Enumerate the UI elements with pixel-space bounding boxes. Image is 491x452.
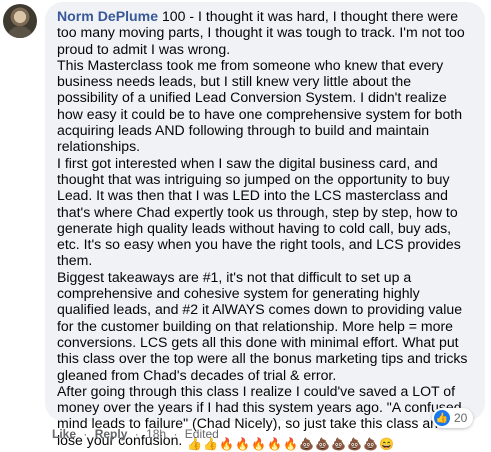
comment-paragraph-1: Norm DePlume 100 - I thought it was hard…: [57, 8, 473, 57]
fire-icon: 🔥: [283, 436, 299, 451]
comment-paragraph-3: I first got interested when I saw the di…: [57, 154, 461, 269]
fire-icon: 🔥: [267, 436, 283, 451]
like-button[interactable]: Like: [52, 427, 76, 441]
comment-paragraph-5: After going through this class I realize…: [57, 383, 473, 452]
comment-paragraph-4: Biggest takeaways are #1, it's not that …: [57, 268, 468, 383]
poop-icon: 💩: [299, 436, 315, 451]
comment: Norm DePlume 100 - I thought it was hard…: [0, 0, 491, 451]
reaction-count: 20: [454, 411, 468, 425]
poop-icon: 💩: [363, 436, 379, 451]
author-name[interactable]: Norm DePlume: [57, 8, 158, 24]
comment-paragraph-2: This Masterclass took me from someone wh…: [57, 56, 463, 155]
poop-icon: 💩: [347, 436, 363, 451]
fire-icon: 🔥: [235, 436, 251, 451]
avatar-figure: [7, 26, 33, 38]
grinning-face-icon: 😄: [379, 436, 395, 451]
comment-bubble: Norm DePlume 100 - I thought it was hard…: [45, 2, 485, 451]
reaction-summary[interactable]: 👍 20: [432, 408, 474, 428]
comment-actions: Like · Reply · 18h · Edited: [52, 427, 219, 441]
separator: ·: [173, 427, 178, 441]
reply-button[interactable]: Reply: [95, 427, 128, 441]
timestamp[interactable]: 18h: [146, 427, 166, 441]
separator: ·: [83, 427, 88, 441]
poop-icon: 💩: [331, 436, 347, 451]
poop-icon: 💩: [315, 436, 331, 451]
avatar[interactable]: [3, 4, 37, 38]
separator: ·: [134, 427, 139, 441]
edited-label[interactable]: Edited: [185, 427, 219, 441]
like-icon: 👍: [434, 410, 450, 426]
fire-icon: 🔥: [219, 436, 235, 451]
fire-icon: 🔥: [251, 436, 267, 451]
